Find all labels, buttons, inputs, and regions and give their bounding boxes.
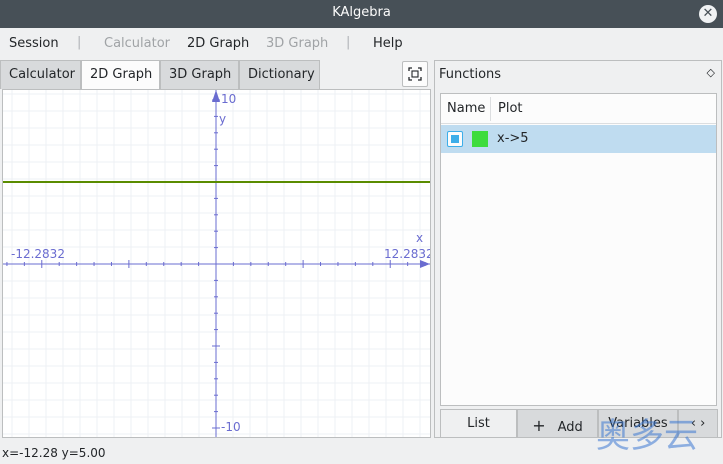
menu-separator: | bbox=[77, 35, 82, 50]
function-color-swatch bbox=[472, 131, 488, 147]
menu-separator: | bbox=[346, 35, 351, 50]
chevron-right-icon[interactable]: › bbox=[700, 416, 705, 431]
menu-bar: Session | Calculator 2D Graph 3D Graph |… bbox=[0, 28, 723, 58]
column-name[interactable]: Name bbox=[447, 101, 485, 116]
menu-3d-graph[interactable]: 3D Graph bbox=[266, 36, 328, 51]
menu-session[interactable]: Session bbox=[9, 36, 59, 51]
y-min-label: -10 bbox=[221, 420, 241, 434]
table-row[interactable]: x->5 bbox=[441, 125, 716, 153]
column-plot[interactable]: Plot bbox=[498, 101, 523, 116]
column-divider bbox=[490, 97, 491, 121]
y-max-label: 10 bbox=[221, 92, 237, 106]
tab-3d-graph[interactable]: 3D Graph bbox=[160, 60, 239, 89]
tab-add[interactable]: + Add bbox=[517, 409, 598, 437]
y-axis-label: y bbox=[219, 112, 227, 126]
visibility-checkbox[interactable] bbox=[447, 131, 463, 147]
fullscreen-icon bbox=[408, 67, 422, 81]
tab-list[interactable]: List bbox=[440, 409, 517, 437]
tab-variables[interactable]: Variables bbox=[598, 409, 678, 437]
title-bar: KAlgebra ✕ bbox=[0, 0, 723, 28]
diamond-icon[interactable]: ◇ bbox=[707, 66, 715, 79]
plus-icon: + bbox=[532, 416, 546, 435]
graph-2d-canvas[interactable]: 10 y -10 -12.2832 12.2832 x bbox=[2, 89, 431, 438]
menu-help[interactable]: Help bbox=[373, 36, 403, 51]
table-header: Name Plot bbox=[441, 94, 716, 124]
window-title: KAlgebra bbox=[332, 5, 391, 20]
functions-table: Name Plot x->5 bbox=[440, 93, 717, 406]
tabs-scroll[interactable]: ‹ › bbox=[678, 409, 718, 437]
status-bar: x=-12.28 y=5.00 bbox=[2, 446, 106, 460]
tab-2d-graph[interactable]: 2D Graph bbox=[81, 60, 160, 90]
x-max-label: 12.2832 bbox=[384, 247, 431, 261]
x-min-label: -12.2832 bbox=[11, 247, 65, 261]
function-expression: x->5 bbox=[497, 131, 529, 146]
panel-title: Functions bbox=[439, 67, 502, 82]
chevron-left-icon[interactable]: ‹ bbox=[691, 416, 696, 431]
x-axis-label: x bbox=[416, 231, 424, 245]
menu-2d-graph[interactable]: 2D Graph bbox=[187, 36, 249, 51]
tab-bar: Calculator 2D Graph 3D Graph Dictionary bbox=[0, 60, 432, 90]
tab-add-label: Add bbox=[557, 420, 583, 435]
tab-calculator[interactable]: Calculator bbox=[0, 60, 81, 89]
fullscreen-button[interactable] bbox=[402, 61, 428, 87]
functions-panel: Functions ◇ Name Plot x->5 List + Add Var… bbox=[434, 60, 722, 438]
menu-calculator[interactable]: Calculator bbox=[104, 36, 170, 51]
plot-svg bbox=[3, 90, 430, 437]
close-icon[interactable]: ✕ bbox=[699, 5, 717, 23]
tab-dictionary[interactable]: Dictionary bbox=[239, 60, 320, 89]
